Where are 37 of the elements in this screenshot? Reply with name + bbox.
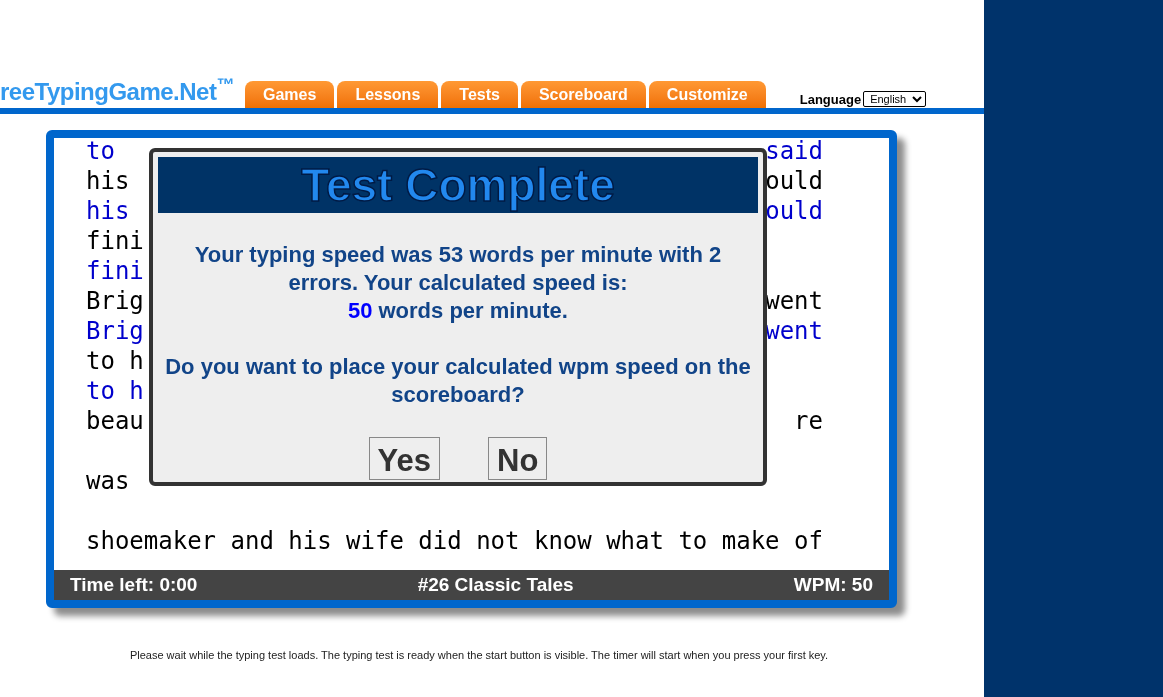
wpm-reading: WPM: 50 — [793, 572, 873, 597]
result-message: Your typing speed was 53 words per minute with 2 errors. Your calculated speed is: — [193, 241, 723, 297]
passage-text: said — [765, 138, 823, 166]
nav-tab[interactable]: Lessons — [337, 81, 439, 108]
passage-text: his — [86, 166, 130, 196]
nav-tab[interactable]: Customize — [648, 81, 766, 108]
passage-text: ould — [765, 196, 823, 226]
time-left: Time left: 0:00 — [70, 572, 198, 597]
speed-unit: words per minute. — [378, 297, 568, 325]
passage-text: fini — [86, 256, 144, 286]
language-select[interactable]: English — [863, 91, 927, 108]
dialog-button[interactable]: No — [488, 437, 548, 480]
nav-tab[interactable]: Scoreboard — [520, 81, 646, 108]
passage-text: was — [86, 466, 130, 496]
site-logo[interactable]: reeTypingGame.Net$^{™}$ — [0, 74, 245, 110]
language-label: Language — [799, 90, 862, 109]
passage-text: shoemaker and his wife did not know what to make of — [86, 526, 823, 556]
test-name: #26 Classic Tales — [417, 572, 574, 597]
passage-text: Brig — [86, 316, 144, 346]
nav-tab[interactable]: Tests — [441, 81, 518, 108]
loading-notice: Please wait while the typing test loads. The typing test is ready when the start button is visible. The timer will start when you press your first key. — [129, 649, 829, 661]
passage-text: his — [86, 196, 130, 226]
passage-text: beau — [86, 406, 144, 436]
passage-text: ould — [765, 166, 823, 196]
passage-text: to — [86, 138, 115, 166]
passage-text: went — [765, 316, 823, 346]
dialog-title: Test Complete — [158, 157, 758, 213]
passage-text: fini — [86, 226, 144, 256]
scoreboard-question: Do you want to place your calculated wpm speed on the scoreboard? — [164, 353, 752, 409]
passage-text: went — [765, 286, 823, 316]
passage-text: re — [794, 406, 823, 436]
passage-text: Brig — [86, 286, 144, 316]
nav-tab[interactable]: Games — [245, 81, 335, 108]
passage-text: to h — [86, 346, 144, 376]
calculated-speed: 50 — [348, 297, 373, 325]
dialog-button[interactable]: Yes — [368, 437, 441, 480]
passage-text: to h — [86, 376, 144, 406]
